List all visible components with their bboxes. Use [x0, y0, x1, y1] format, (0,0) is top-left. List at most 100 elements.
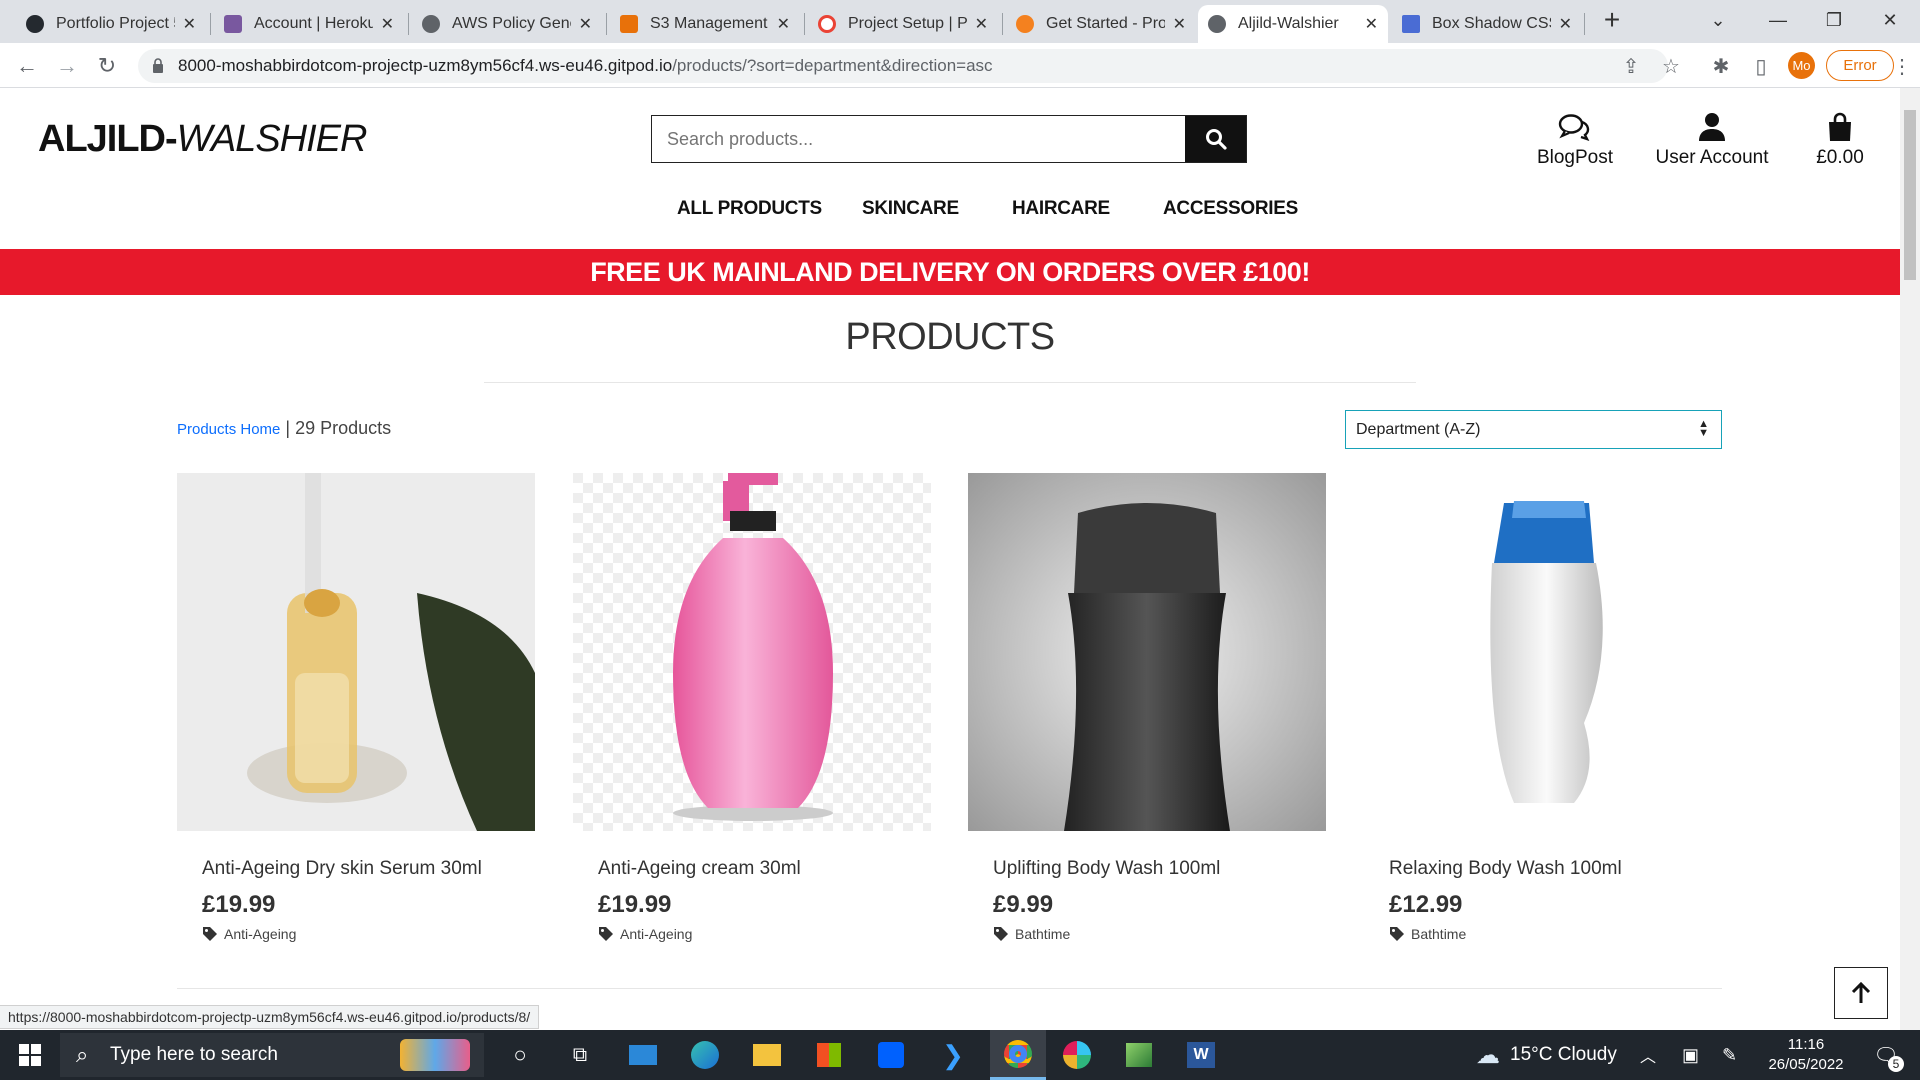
restore-icon[interactable]: ❐	[1806, 0, 1862, 40]
search-input[interactable]	[652, 116, 1185, 162]
file-explorer-icon[interactable]	[742, 1030, 792, 1080]
browser-tab-aljild-walshier[interactable]: Aljild-Walshier ✕	[1198, 5, 1388, 43]
search-button[interactable]	[1185, 116, 1246, 162]
task-view-icon[interactable]: ⧉	[555, 1030, 605, 1080]
scrollbar-thumb[interactable]	[1904, 110, 1916, 280]
close-tab-icon[interactable]: ✕	[777, 14, 790, 34]
dropbox-icon[interactable]	[866, 1030, 916, 1080]
cortana-icon[interactable]: ○	[495, 1030, 545, 1080]
product-category-link[interactable]: Anti-Ageing	[202, 926, 296, 942]
clock-time: 11:16	[1787, 1036, 1825, 1053]
new-tab-icon[interactable]: +	[1584, 0, 1640, 40]
product-card[interactable]: Uplifting Body Wash 100ml £9.99 Bathtime	[968, 473, 1326, 942]
tab-search-chevron-icon[interactable]: ⌄	[1690, 0, 1746, 40]
word-icon[interactable]: W	[1176, 1030, 1226, 1080]
close-tab-icon[interactable]: ✕	[1173, 14, 1186, 34]
product-name[interactable]: Anti-Ageing cream 30ml	[598, 858, 801, 880]
product-search-form	[651, 115, 1247, 163]
taskbar-search-box[interactable]: ⌕ Type here to search	[60, 1033, 484, 1077]
browser-tab-box-shadow[interactable]: Box Shadow CSS ✕	[1392, 5, 1582, 43]
notification-count: 5	[1888, 1056, 1904, 1072]
product-image-relaxing-wash[interactable]	[1364, 473, 1722, 831]
nav-all-products[interactable]: ALL PRODUCTS	[677, 198, 822, 220]
product-image-cream[interactable]	[573, 473, 931, 831]
bookmark-star-icon[interactable]: ☆	[1658, 53, 1684, 79]
product-name[interactable]: Relaxing Body Wash 100ml	[1389, 858, 1622, 880]
profile-avatar[interactable]: Mo	[1788, 52, 1815, 79]
logo-text-main: ALJILD-	[38, 118, 178, 160]
close-tab-icon[interactable]: ✕	[381, 14, 394, 34]
product-card[interactable]: Anti-Ageing cream 30ml £19.99 Anti-Agein…	[573, 473, 931, 942]
chrome-icon[interactable]	[990, 1030, 1046, 1080]
address-bar[interactable]: 8000-moshabbirdotcom-projectp-uzm8ym56cf…	[138, 49, 1668, 83]
reload-icon[interactable]: ↻	[92, 51, 122, 81]
browser-tab-project-setup[interactable]: Project Setup | Project ✕	[808, 5, 998, 43]
tab-title: Box Shadow CSS	[1432, 15, 1551, 32]
close-tab-icon[interactable]: ✕	[1559, 14, 1572, 34]
pen-icon[interactable]: ✎	[1722, 1030, 1737, 1080]
side-panel-icon[interactable]: ▯	[1748, 53, 1774, 79]
photos-icon[interactable]	[1114, 1030, 1164, 1080]
blogpost-link[interactable]: BlogPost	[1530, 110, 1620, 169]
lock-icon	[153, 58, 163, 73]
product-card[interactable]: Anti-Ageing Dry skin Serum 30ml £19.99 A…	[177, 473, 535, 942]
box-shadow-icon	[1402, 15, 1420, 33]
product-card[interactable]: Relaxing Body Wash 100ml £12.99 Bathtime	[1364, 473, 1722, 942]
browser-tab-portfolio[interactable]: Portfolio Project 5 ✕	[16, 5, 206, 43]
shopping-bag-link[interactable]: £0.00	[1810, 110, 1870, 169]
url-host: 8000-moshabbirdotcom-projectp-uzm8ym56cf…	[178, 56, 673, 75]
product-image-body-wash[interactable]	[968, 473, 1326, 831]
close-tab-icon[interactable]: ✕	[183, 14, 196, 34]
slack-icon[interactable]	[1052, 1030, 1102, 1080]
nav-accessories[interactable]: ACCESSORIES	[1163, 198, 1298, 220]
nav-haircare[interactable]: HAIRCARE	[1012, 198, 1110, 220]
minimize-icon[interactable]: —	[1750, 0, 1806, 40]
extensions-icon[interactable]: ✱	[1708, 53, 1734, 79]
meet-now-icon[interactable]: ▣	[1682, 1030, 1699, 1080]
notifications-button[interactable]: 🗨 5	[1866, 1030, 1906, 1080]
back-to-top-button[interactable]	[1834, 967, 1888, 1019]
product-category-link[interactable]: Bathtime	[1389, 926, 1466, 942]
browser-tab-aws-policy[interactable]: AWS Policy Generator ✕	[412, 5, 602, 43]
vscode-icon[interactable]: ❯	[928, 1030, 978, 1080]
microsoft-store-icon[interactable]	[804, 1030, 854, 1080]
back-arrow-icon[interactable]: ←	[12, 51, 42, 81]
clock[interactable]: 11:16 26/05/2022	[1766, 1030, 1846, 1080]
browser-tab-strip: Portfolio Project 5 ✕ Account | Heroku ✕…	[0, 0, 1920, 43]
error-button[interactable]: Error	[1826, 50, 1894, 81]
browser-toolbar: ← → ↻ 8000-moshabbirdotcom-projectp-uzm8…	[0, 43, 1920, 88]
product-category-link[interactable]: Anti-Ageing	[598, 926, 692, 942]
heroku-icon	[224, 15, 242, 33]
product-category-link[interactable]: Bathtime	[993, 926, 1070, 942]
share-icon[interactable]: ⇪	[1618, 53, 1644, 79]
browser-tab-s3[interactable]: S3 Management Console ✕	[610, 5, 800, 43]
sort-select[interactable]: Department (A-Z) ▲ ▼	[1345, 410, 1722, 449]
delivery-banner: FREE UK MAINLAND DELIVERY ON ORDERS OVER…	[0, 249, 1900, 295]
logo-text-italic: WALSHIER	[176, 118, 368, 160]
site-logo[interactable]: ALJILD-WALSHIER	[38, 118, 368, 161]
product-name[interactable]: Uplifting Body Wash 100ml	[993, 858, 1220, 880]
product-price: £19.99	[598, 891, 672, 918]
mail-icon[interactable]	[618, 1030, 668, 1080]
browser-tab-heroku[interactable]: Account | Heroku ✕	[214, 5, 404, 43]
show-hidden-icons-chevron-icon[interactable]: ︿	[1640, 1030, 1656, 1080]
weather-widget[interactable]: ☁ 15°C Cloudy	[1476, 1030, 1617, 1080]
close-window-icon[interactable]: ✕	[1862, 0, 1918, 40]
page-scrollbar[interactable]	[1900, 88, 1920, 1030]
user-account-link[interactable]: User Account	[1652, 110, 1772, 169]
close-tab-icon[interactable]: ✕	[1365, 14, 1378, 34]
edge-icon[interactable]	[680, 1030, 730, 1080]
close-tab-icon[interactable]: ✕	[975, 14, 988, 34]
menu-kebab-icon[interactable]: ⋮	[1892, 53, 1912, 79]
product-name[interactable]: Anti-Ageing Dry skin Serum 30ml	[202, 858, 482, 880]
nav-skincare[interactable]: SKINCARE	[862, 198, 959, 220]
tab-title: Project Setup | Project	[848, 15, 967, 32]
close-tab-icon[interactable]: ✕	[579, 14, 592, 34]
browser-tab-get-started[interactable]: Get Started - Project ✕	[1006, 5, 1196, 43]
search-icon	[1205, 129, 1227, 150]
forward-arrow-icon[interactable]: →	[52, 51, 82, 81]
product-image-serum[interactable]	[177, 473, 535, 831]
products-home-link[interactable]: Products Home	[177, 421, 280, 438]
windows-start-button[interactable]	[0, 1030, 60, 1080]
user-icon	[1699, 113, 1725, 141]
